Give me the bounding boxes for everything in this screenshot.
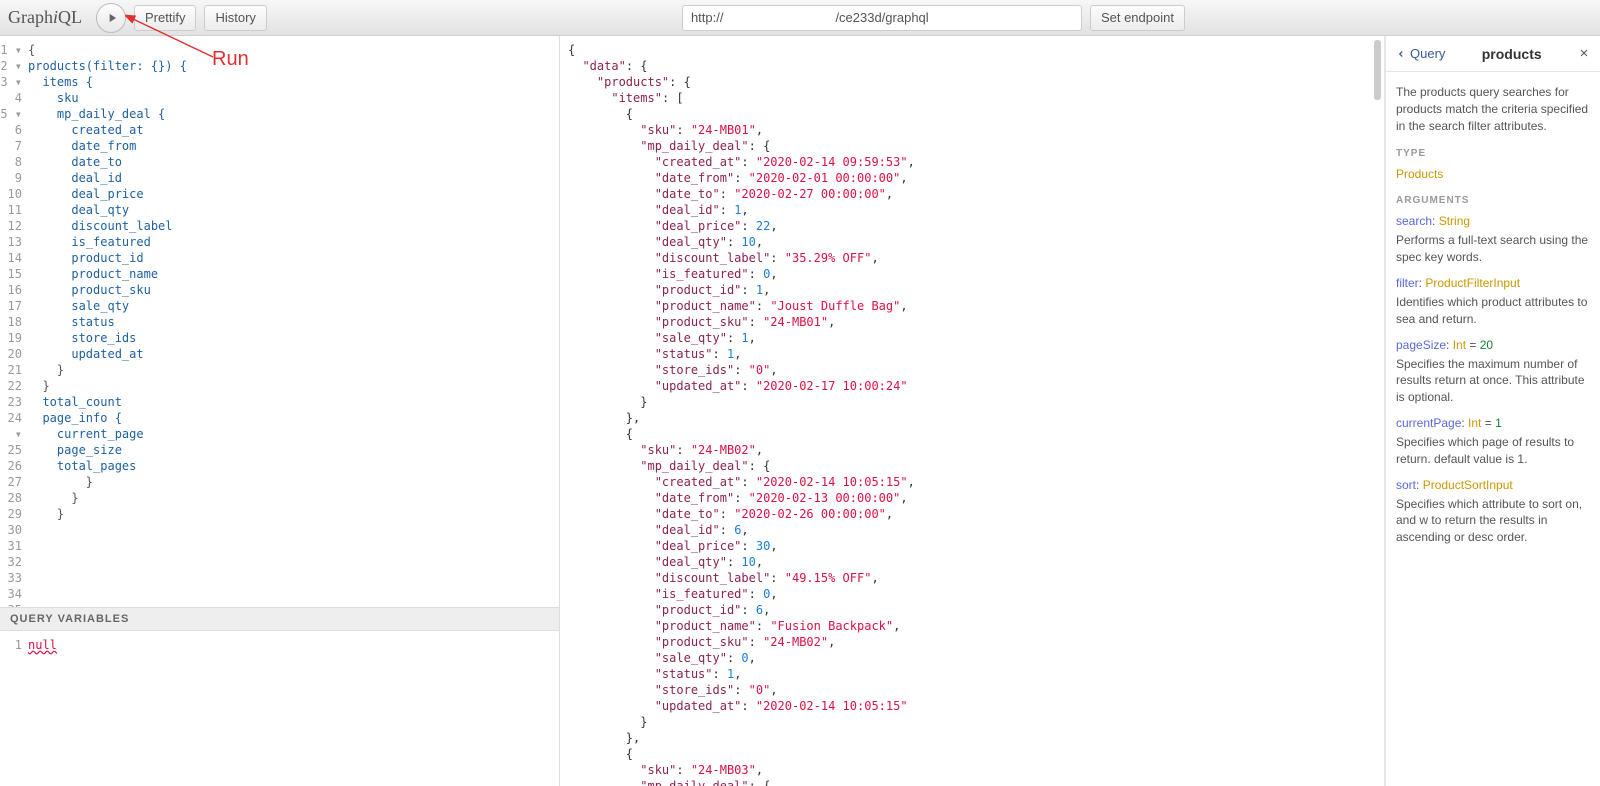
- result-scrollbar[interactable]: [1374, 40, 1381, 100]
- result-panel: { "data": { "products": { "items": [ { "…: [560, 36, 1385, 786]
- docs-panel: Query products The products query search…: [1385, 36, 1600, 786]
- docs-type-link[interactable]: Products: [1396, 167, 1590, 181]
- docs-title: products: [1482, 46, 1542, 62]
- docs-back-button[interactable]: Query: [1396, 46, 1445, 61]
- query-variables-header[interactable]: QUERY VARIABLES: [0, 607, 559, 631]
- play-icon: [105, 11, 119, 25]
- logo: GraphiQL: [8, 7, 82, 28]
- docs-arg-row[interactable]: filter: ProductFilterInput: [1396, 276, 1590, 290]
- docs-close-button[interactable]: [1578, 46, 1590, 62]
- query-editor[interactable]: 1 ▾2 ▾3 ▾45 ▾678910111213141516171819202…: [0, 36, 559, 607]
- set-endpoint-button[interactable]: Set endpoint: [1090, 5, 1185, 31]
- execute-button[interactable]: [96, 3, 126, 33]
- history-button[interactable]: History: [204, 5, 266, 31]
- docs-arg-row[interactable]: sort: ProductSortInput: [1396, 478, 1590, 492]
- docs-description: The products query searches for products…: [1396, 84, 1590, 134]
- endpoint-input[interactable]: [682, 5, 1082, 31]
- docs-arg-row[interactable]: search: String: [1396, 214, 1590, 228]
- close-icon: [1578, 47, 1590, 59]
- docs-arg-row[interactable]: currentPage: Int = 1: [1396, 416, 1590, 430]
- variables-editor[interactable]: 1 null: [0, 631, 559, 786]
- topbar: GraphiQL Prettify History Set endpoint: [0, 0, 1600, 36]
- prettify-button[interactable]: Prettify: [134, 5, 196, 31]
- editor-column: 1 ▾2 ▾3 ▾45 ▾678910111213141516171819202…: [0, 36, 560, 786]
- docs-arg-row[interactable]: pageSize: Int = 20: [1396, 338, 1590, 352]
- chevron-left-icon: [1396, 49, 1406, 59]
